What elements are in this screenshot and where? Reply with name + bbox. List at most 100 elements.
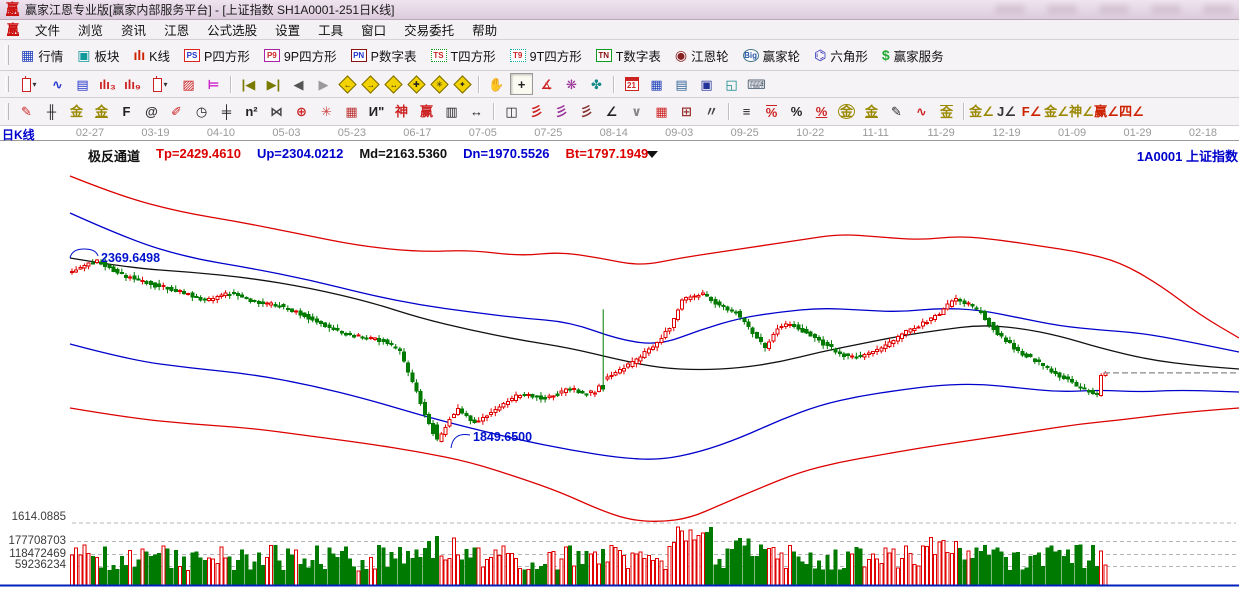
brush-button[interactable]: ✎	[15, 101, 38, 123]
f-angle-button[interactable]: F∠	[1020, 101, 1043, 123]
info-doc-button[interactable]: ▤	[71, 73, 94, 95]
toolbar-separator	[613, 76, 615, 93]
p-square-button[interactable]: PSP四方形	[177, 43, 257, 68]
crosshair-button[interactable]: +	[510, 73, 533, 95]
nav-left-button[interactable]: ←	[337, 74, 358, 94]
p9-square-button[interactable]: P99P四方形	[257, 43, 344, 68]
price-grid-2-button[interactable]: ⊞	[675, 101, 698, 123]
j-angle-button[interactable]: J∠	[995, 101, 1018, 123]
angle-lines-button[interactable]: ∠	[600, 101, 623, 123]
spiral-button[interactable]: @	[140, 101, 163, 123]
percent-button[interactable]: %	[785, 101, 808, 123]
page-next-button[interactable]: ▶	[312, 73, 335, 95]
menu-8[interactable]: 交易委托	[395, 20, 463, 39]
menu-0[interactable]: 文件	[26, 20, 69, 39]
snapshot-button[interactable]: ◱	[720, 73, 743, 95]
fan-box-button[interactable]: 彡	[550, 101, 573, 123]
gold-gate-2-button[interactable]: 金	[90, 101, 113, 123]
time-cycle-button[interactable]: ◷	[190, 101, 213, 123]
bars-3-button[interactable]: ılı₃	[96, 73, 119, 95]
notes-button[interactable]: ▤	[670, 73, 693, 95]
quote-tool-button[interactable]: И"	[365, 101, 388, 123]
hexagon-button[interactable]: ⌬六角形	[807, 43, 875, 68]
menu-2[interactable]: 资讯	[112, 20, 155, 39]
star-grid-button[interactable]: ✳	[315, 101, 338, 123]
ying-grid-button[interactable]: 赢	[415, 101, 438, 123]
span-arrows-button[interactable]: ↔	[465, 101, 488, 123]
gold-gate-1-button[interactable]: 金	[65, 101, 88, 123]
save-button[interactable]: ▣	[695, 73, 718, 95]
page-prev-button[interactable]: ◀	[287, 73, 310, 95]
trend-wave-button[interactable]: ∿	[46, 73, 69, 95]
remote-pc-button[interactable]: ⌨	[745, 73, 768, 95]
gann-wheel-button[interactable]: ◉江恩轮	[668, 43, 736, 68]
nav-both-button[interactable]: ↔	[383, 74, 404, 94]
kline-button[interactable]: ılıK线	[127, 43, 178, 68]
nav-center-button[interactable]: ✦	[452, 74, 473, 94]
menu-1[interactable]: 浏览	[69, 20, 112, 39]
gann-ruler-button[interactable]: ╫	[40, 101, 63, 123]
quotes-button[interactable]: ▦行情	[14, 43, 70, 68]
calculator-button[interactable]: ▦	[645, 73, 668, 95]
t-square-button[interactable]: TST四方形	[424, 43, 503, 68]
menu-7[interactable]: 窗口	[352, 20, 395, 39]
leaf-tool-button[interactable]: ✤	[585, 73, 608, 95]
si-angle-button[interactable]: 四∠	[1120, 101, 1143, 123]
winner-service-button[interactable]: $赢家服务	[875, 43, 951, 68]
menu-5[interactable]: 设置	[266, 20, 309, 39]
gold-circle-button[interactable]: 金	[835, 101, 858, 123]
price-scale-button[interactable]: ≡	[735, 101, 758, 123]
price-grid-button[interactable]: ▦	[650, 101, 673, 123]
f-ruler-button[interactable]: F	[115, 101, 138, 123]
winner-wheel-button[interactable]: Big赢家轮	[736, 43, 808, 68]
p-number-table-button[interactable]: PNP数字表	[344, 43, 424, 68]
first-page-button[interactable]: |◀	[237, 73, 260, 95]
tick-ruler-button[interactable]: ╪	[215, 101, 238, 123]
square-grid-button[interactable]: ▦	[340, 101, 363, 123]
period-dropdown-button[interactable]: ▾	[15, 73, 44, 95]
wave-tool-button[interactable]: ∿	[910, 101, 933, 123]
menu-9[interactable]: 帮助	[463, 20, 506, 39]
calendar-button[interactable]: 21	[620, 73, 643, 95]
sectors-button[interactable]: ▣板块	[70, 43, 126, 68]
ruler-123-button[interactable]: ▥	[440, 101, 463, 123]
ying-angle-button[interactable]: 赢∠	[1095, 101, 1118, 123]
v-lines-button[interactable]: ∨	[625, 101, 648, 123]
percent-line-button[interactable]: %	[760, 101, 783, 123]
menu-4[interactable]: 公式选股	[198, 20, 266, 39]
gold-angle-1-button[interactable]: 金∠	[970, 101, 993, 123]
bars-9-button[interactable]: ılı₉	[121, 73, 144, 95]
candle-style-dropdown-button[interactable]: ▾	[146, 73, 175, 95]
volume-profile-button[interactable]: ⊨	[202, 73, 225, 95]
t-number-table-button[interactable]: TNT数字表	[589, 43, 668, 68]
menu-6[interactable]: 工具	[309, 20, 352, 39]
angle-mirror-button[interactable]: ⋈	[265, 101, 288, 123]
gold-level-button[interactable]: 金	[860, 101, 883, 123]
chevron-down-icon: ▾	[163, 78, 167, 91]
gann-compass-button[interactable]: ⊕	[290, 101, 313, 123]
fan-grid-button[interactable]: 彡	[575, 101, 598, 123]
last-page-button[interactable]: ▶|	[262, 73, 285, 95]
gold-channel-button[interactable]: 金	[935, 101, 958, 123]
kline-chart-canvas[interactable]: 2369.64981849.6500	[0, 141, 1239, 591]
menu-3[interactable]: 江恩	[155, 20, 198, 39]
nav-expand-button[interactable]: ✳	[429, 74, 450, 94]
marker-pen-button[interactable]: ✎	[885, 101, 908, 123]
nav-compress-button[interactable]: ✚	[406, 74, 427, 94]
shen-angle-button[interactable]: 神∠	[1070, 101, 1093, 123]
percent-level-button[interactable]: %	[810, 101, 833, 123]
knot-tool-button[interactable]: ❋	[560, 73, 583, 95]
pattern-chart-button[interactable]: ▨	[177, 73, 200, 95]
date-tick: 03-19	[141, 127, 169, 139]
fan-lines-button[interactable]: 彡	[525, 101, 548, 123]
slant-lines-button[interactable]: 〃	[700, 101, 723, 123]
pen-ruler-button[interactable]: ✐	[165, 101, 188, 123]
t9-square-button[interactable]: T99T四方形	[503, 43, 589, 68]
pan-hand-button[interactable]: ✋	[485, 73, 508, 95]
nav-right-button[interactable]: →	[360, 74, 381, 94]
box-tool-button[interactable]: ◫	[500, 101, 523, 123]
shen-grid-button[interactable]: 神	[390, 101, 413, 123]
angle-measure-button[interactable]: ∡	[535, 73, 558, 95]
n-squared-button[interactable]: n²	[240, 101, 263, 123]
gold-angle-2-button[interactable]: 金∠	[1045, 101, 1068, 123]
